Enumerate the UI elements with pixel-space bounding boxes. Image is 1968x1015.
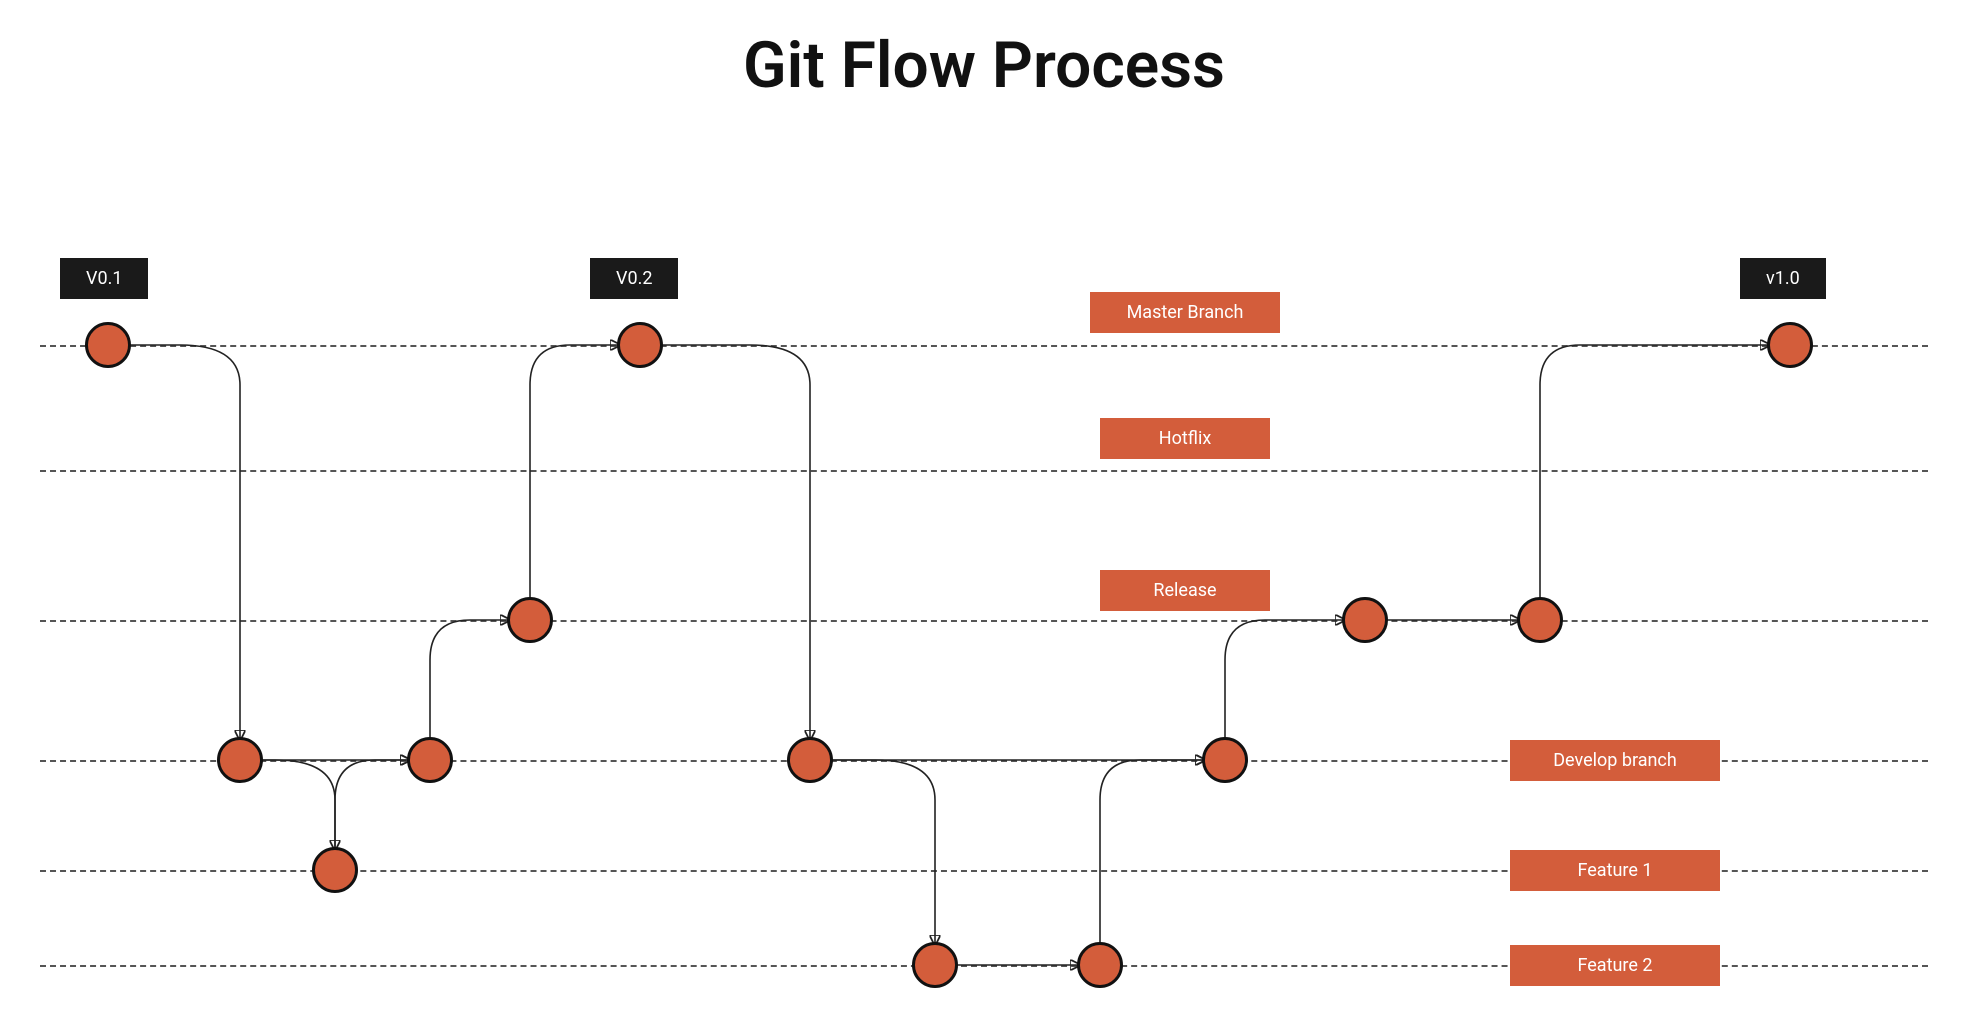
edge-d4-r2 — [1225, 620, 1345, 740]
lane-label-develop: Develop branch — [1510, 740, 1720, 781]
edge-m1-d1 — [128, 345, 240, 740]
commit-f1 — [312, 847, 358, 893]
tag-v01: V0.1 — [60, 258, 148, 299]
lane-label-hotfix: Hotflix — [1100, 418, 1270, 459]
commit-m3 — [1767, 322, 1813, 368]
commit-m1 — [85, 322, 131, 368]
edge-f1-d2 — [335, 760, 410, 850]
commit-d4 — [1202, 737, 1248, 783]
edge-m2-d3 — [660, 345, 810, 740]
tag-v02: V0.2 — [590, 258, 678, 299]
diagram-canvas: Git Flow Process Master Branch Hotflix R… — [0, 0, 1968, 1015]
commit-d2 — [407, 737, 453, 783]
lane-label-feature1: Feature 1 — [1510, 850, 1720, 891]
commit-r2 — [1342, 597, 1388, 643]
commit-r1 — [507, 597, 553, 643]
edge-d3-f2a — [830, 760, 935, 945]
commit-m2 — [617, 322, 663, 368]
lane-label-feature2: Feature 2 — [1510, 945, 1720, 986]
lane-label-master: Master Branch — [1090, 292, 1280, 333]
commit-d3 — [787, 737, 833, 783]
edge-f2b-d4 — [1100, 760, 1205, 945]
commit-f2b — [1077, 942, 1123, 988]
edge-r1-m2 — [530, 345, 620, 600]
commit-d1 — [217, 737, 263, 783]
tag-v10: v1.0 — [1740, 258, 1826, 299]
lane-master — [40, 345, 1928, 347]
diagram-title: Git Flow Process — [0, 28, 1968, 103]
commit-r3 — [1517, 597, 1563, 643]
lane-hotfix — [40, 470, 1928, 472]
lane-release — [40, 620, 1928, 622]
edge-d2-r1 — [430, 620, 510, 740]
lane-label-release: Release — [1100, 570, 1270, 611]
edge-d1-f1 — [260, 760, 335, 850]
commit-f2a — [912, 942, 958, 988]
edge-r3-m3 — [1540, 345, 1770, 600]
